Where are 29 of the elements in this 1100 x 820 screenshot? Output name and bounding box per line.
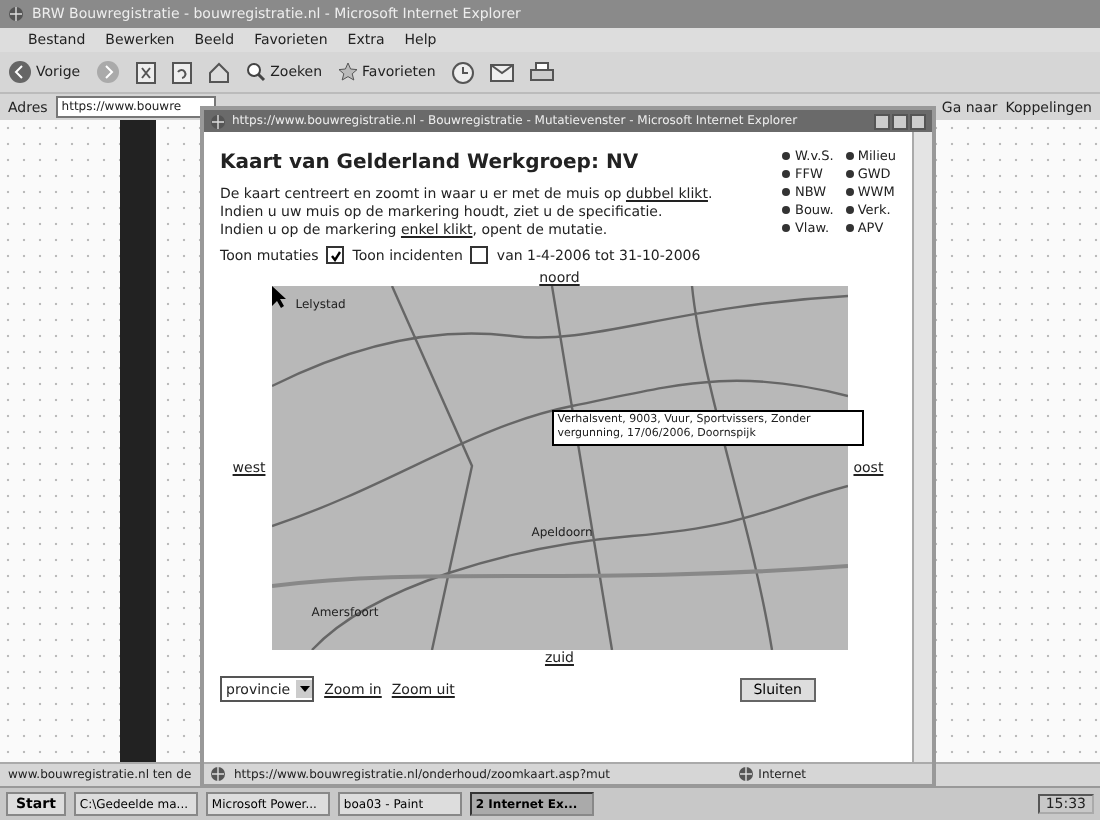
printer-icon[interactable] bbox=[529, 61, 554, 83]
home-icon[interactable] bbox=[208, 61, 231, 83]
legend-marker-icon bbox=[782, 152, 791, 160]
refresh-icon[interactable] bbox=[172, 61, 193, 83]
filter-checkbox[interactable] bbox=[326, 246, 345, 264]
pointer-icon bbox=[271, 286, 288, 308]
minimize-button[interactable] bbox=[874, 113, 890, 129]
stop-icon[interactable] bbox=[136, 61, 157, 83]
scrollbar[interactable] bbox=[912, 132, 932, 762]
filter-checkbox[interactable] bbox=[470, 246, 489, 264]
legend-marker-icon bbox=[782, 206, 791, 214]
legend-marker-icon bbox=[782, 224, 791, 232]
legend-marker-icon bbox=[845, 224, 854, 232]
star-icon bbox=[338, 62, 359, 82]
legend-marker-icon bbox=[845, 188, 854, 196]
close-button[interactable] bbox=[910, 113, 926, 129]
legend-marker-icon bbox=[845, 206, 854, 214]
legend-marker-icon bbox=[845, 152, 854, 160]
browser-icon bbox=[210, 113, 226, 129]
legend-marker-icon bbox=[782, 188, 791, 196]
dropdown-arrow-icon bbox=[299, 686, 310, 692]
legend-marker-icon bbox=[782, 170, 791, 178]
mail-icon[interactable] bbox=[489, 62, 514, 82]
map-heading: Kaart van Gelderland Werkgroep: NV bbox=[220, 152, 641, 174]
history-icon[interactable] bbox=[451, 61, 474, 83]
maximize-button[interactable] bbox=[892, 113, 908, 129]
search-icon bbox=[246, 62, 267, 82]
legend-marker-icon bbox=[845, 170, 854, 178]
browser-icon bbox=[8, 6, 24, 22]
